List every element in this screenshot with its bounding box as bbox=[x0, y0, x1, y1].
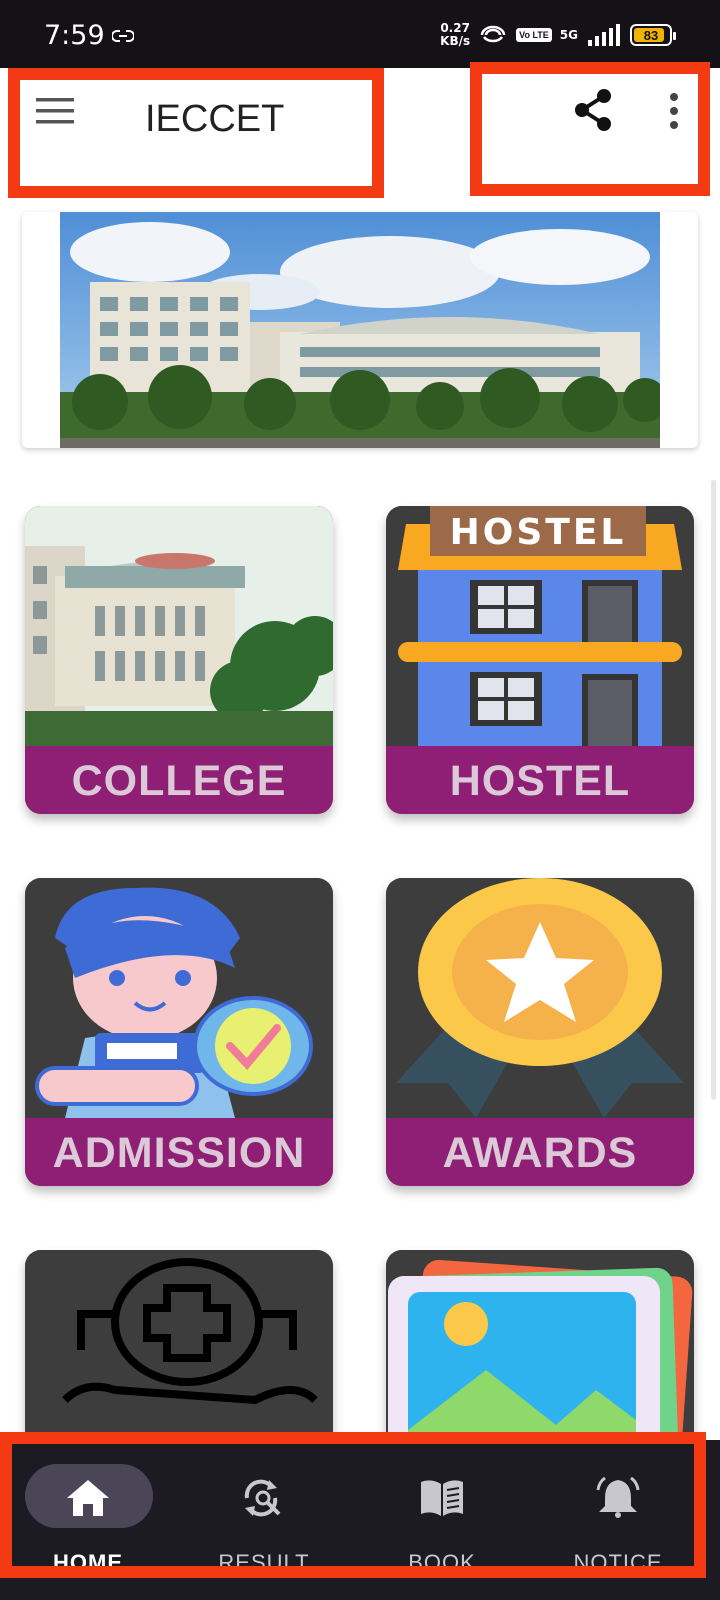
network-type: 5G bbox=[559, 28, 578, 42]
awards-medal-icon bbox=[386, 878, 694, 1118]
admission-student-icon bbox=[25, 878, 333, 1118]
tile-label: ADMISSION bbox=[25, 1118, 333, 1186]
tile-college[interactable]: COLLEGE bbox=[25, 506, 333, 814]
battery-percent: 83 bbox=[643, 27, 659, 43]
hostel-sign-text: HOSTEL bbox=[450, 512, 627, 553]
highlight-box-bottom-nav bbox=[0, 1432, 706, 1578]
status-indicators: 0.27 KB/s Vo LTE 5G 83 bbox=[440, 22, 676, 48]
hotspot-icon bbox=[480, 25, 506, 43]
signal-icon bbox=[588, 24, 620, 46]
highlight-box-title bbox=[8, 68, 384, 198]
link-icon bbox=[112, 30, 134, 42]
status-bar: 7:59 0.27 KB/s Vo LTE 5G 83 bbox=[0, 0, 720, 68]
net-speed-unit: KB/s bbox=[440, 34, 471, 48]
tile-label: AWARDS bbox=[386, 1118, 694, 1186]
battery-icon: 83 bbox=[630, 24, 676, 46]
highlight-box-actions bbox=[470, 62, 710, 196]
volte-badge: Vo LTE bbox=[516, 28, 552, 42]
tile-awards[interactable]: AWARDS bbox=[386, 878, 694, 1186]
network-speed: 0.27 KB/s bbox=[440, 22, 470, 48]
scrollbar[interactable] bbox=[711, 480, 716, 1100]
status-time: 7:59 bbox=[44, 20, 105, 51]
tile-label: COLLEGE bbox=[25, 746, 333, 814]
campus-banner-image bbox=[60, 212, 660, 448]
tile-label: HOSTEL bbox=[386, 746, 694, 814]
tile-admission[interactable]: ADMISSION bbox=[25, 878, 333, 1186]
hostel-building-icon: HOSTEL bbox=[386, 506, 694, 746]
college-building-image bbox=[25, 506, 333, 746]
tile-hostel[interactable]: HOSTEL HOSTEL bbox=[386, 506, 694, 814]
banner-card bbox=[22, 212, 698, 448]
